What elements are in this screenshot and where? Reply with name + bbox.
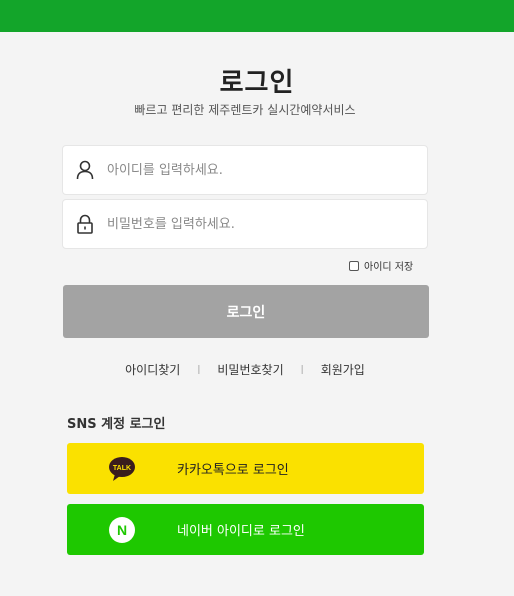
signup-link[interactable]: 회원가입 — [321, 361, 365, 378]
id-input[interactable] — [107, 146, 427, 194]
lock-icon — [63, 214, 107, 234]
save-id-label: 아이디 저장 — [364, 262, 414, 273]
page-title: 로그인 — [219, 68, 295, 98]
sns-login-title: SNS 계정 로그인 — [67, 417, 166, 432]
save-id-option[interactable]: 아이디 저장 — [349, 258, 413, 273]
password-input[interactable] — [107, 200, 427, 248]
password-field[interactable] — [62, 199, 428, 249]
kakao-login-label: 카카오톡으로 로그인 — [177, 463, 289, 478]
kakao-logo-text: TALK — [113, 465, 131, 472]
login-button[interactable]: 로그인 — [63, 285, 429, 338]
top-bar — [0, 0, 514, 32]
page-subtitle: 빠르고 편리한 제주렌트카 실시간예약서비스 — [134, 103, 356, 117]
id-field[interactable] — [62, 145, 428, 195]
save-id-checkbox[interactable] — [349, 260, 359, 271]
naver-logo-text: N — [117, 522, 127, 538]
naver-icon: N — [67, 516, 177, 544]
find-password-link[interactable]: 비밀번호찾기 — [217, 361, 283, 378]
find-id-link[interactable]: 아이디찾기 — [125, 361, 180, 378]
user-icon — [63, 160, 107, 180]
kakao-login-button[interactable]: TALK 카카오톡으로 로그인 — [67, 443, 424, 494]
kakao-talk-icon: TALK — [67, 456, 177, 482]
account-links: 아이디찾기 | 비밀번호찾기 | 회원가입 — [0, 361, 490, 378]
link-separator: | — [300, 364, 304, 375]
naver-login-label: 네이버 아이디로 로그인 — [177, 524, 305, 539]
naver-login-button[interactable]: N 네이버 아이디로 로그인 — [67, 504, 424, 555]
link-separator: | — [197, 364, 201, 375]
